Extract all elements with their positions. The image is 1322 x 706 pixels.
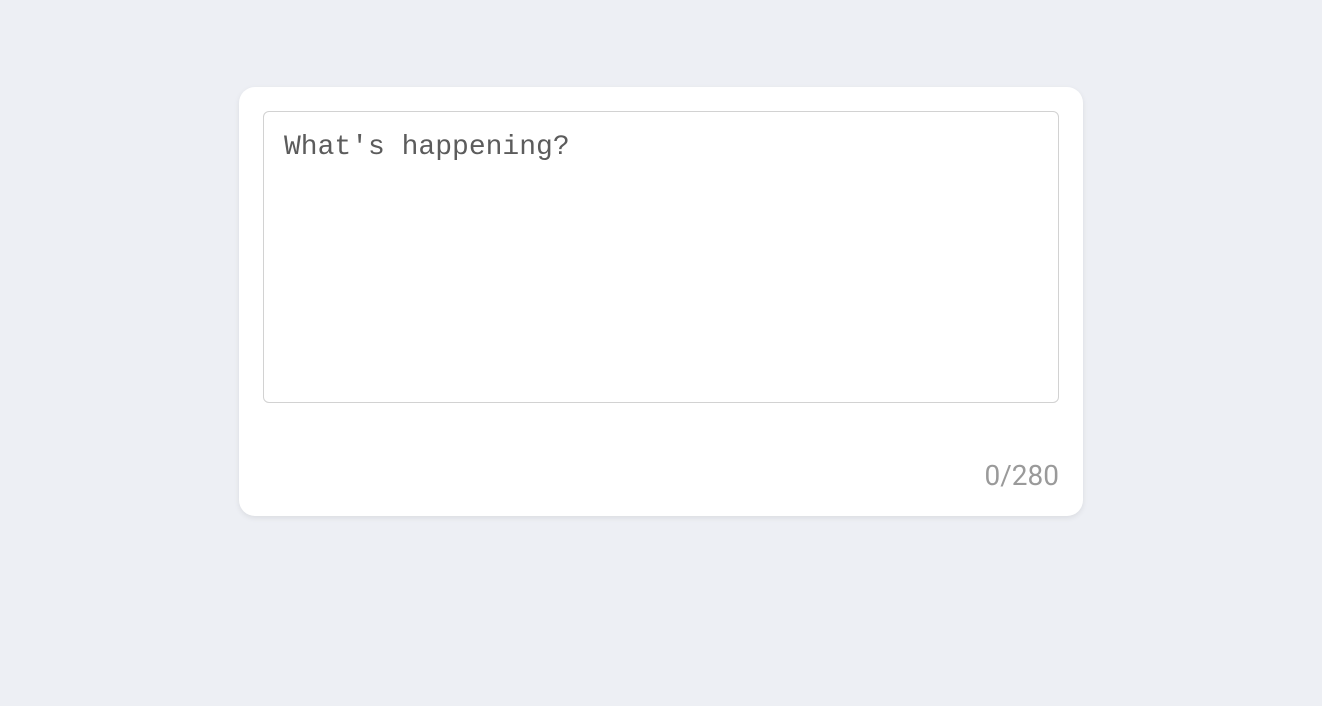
compose-card: 0/280 — [239, 87, 1083, 516]
compose-textarea[interactable] — [263, 111, 1059, 403]
counter-row: 0/280 — [263, 459, 1059, 492]
character-counter: 0/280 — [985, 459, 1060, 492]
